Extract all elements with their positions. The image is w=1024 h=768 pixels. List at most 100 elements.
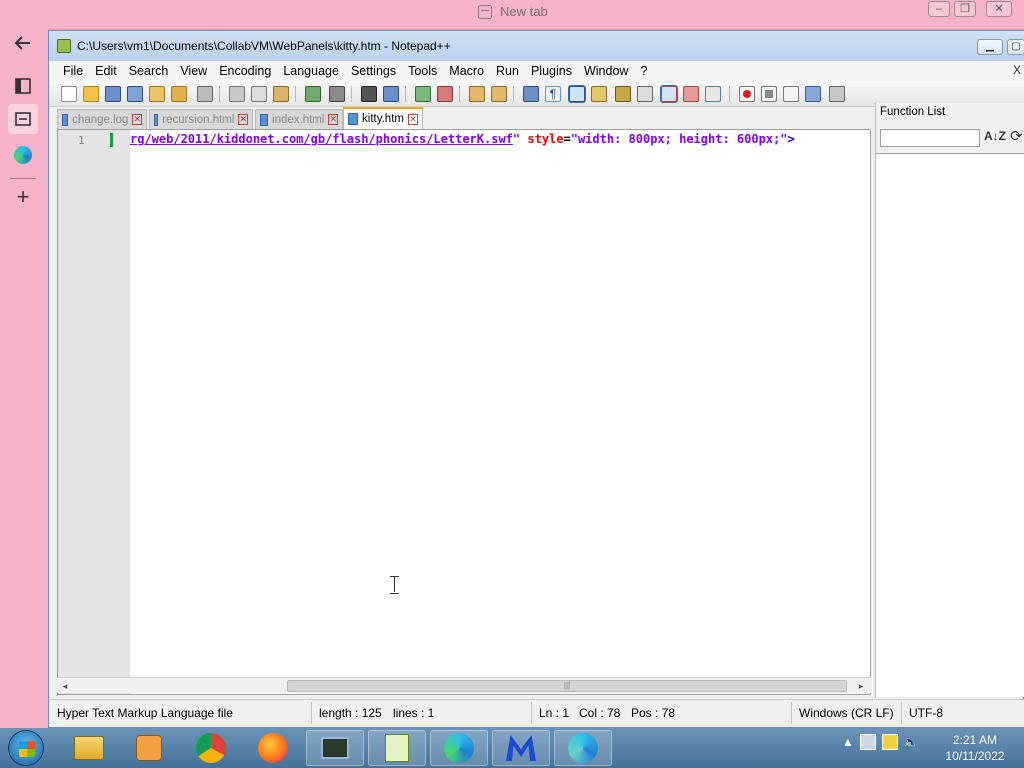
network-icon[interactable] xyxy=(859,734,876,750)
menu-settings[interactable]: Settings xyxy=(345,64,402,78)
status-eol[interactable]: Windows (CR LF) xyxy=(799,706,894,720)
tab-kitty-htm[interactable]: kitty.htm ✕ xyxy=(343,107,423,129)
menu-search[interactable]: Search xyxy=(123,64,175,78)
media-player-icon[interactable] xyxy=(120,730,178,766)
indent-guide-icon[interactable] xyxy=(568,85,586,103)
tab-recursion-html[interactable]: recursion.html ✕ xyxy=(149,109,253,129)
tab-change-log[interactable]: change.log ✕ xyxy=(57,109,147,129)
paste-icon[interactable] xyxy=(273,86,289,102)
menu-run[interactable]: Run xyxy=(490,64,525,78)
clock-date: 10/11/2022 xyxy=(945,749,1005,763)
monitoring-icon[interactable] xyxy=(660,85,678,103)
zoom-in-icon[interactable] xyxy=(415,86,431,102)
npp-minimize-button[interactable]: ▁ xyxy=(977,39,1003,55)
add-icon[interactable]: + xyxy=(8,182,38,212)
redo-icon[interactable] xyxy=(329,86,345,102)
function-list-toggle-icon[interactable] xyxy=(615,86,631,102)
menu-language[interactable]: Language xyxy=(277,64,345,78)
find-icon[interactable] xyxy=(361,86,377,102)
doc-map-icon[interactable] xyxy=(591,86,607,102)
malwarebytes-icon[interactable] xyxy=(492,730,550,766)
back-arrow-icon[interactable] xyxy=(8,28,38,58)
sort-icon[interactable]: A↓Z xyxy=(984,129,1006,143)
tab-index-html[interactable]: index.html ✕ xyxy=(255,109,343,129)
action-center-icon[interactable] xyxy=(881,734,898,750)
close-icon[interactable] xyxy=(149,86,165,102)
play-macro-icon[interactable] xyxy=(783,86,799,102)
folder-workspace-icon[interactable] xyxy=(637,86,653,102)
file-save-icon xyxy=(348,113,359,125)
task-manager-icon[interactable] xyxy=(306,730,364,766)
tab-close-icon[interactable]: ✕ xyxy=(328,114,338,125)
menu-tools[interactable]: Tools xyxy=(402,64,443,78)
menu-edit[interactable]: Edit xyxy=(89,64,123,78)
scroll-right-icon[interactable]: ▸ xyxy=(855,680,867,692)
close-document-icon[interactable]: X xyxy=(1013,63,1021,77)
sync-vertical-icon[interactable] xyxy=(469,86,485,102)
word-wrap-icon[interactable] xyxy=(523,86,539,102)
browser-minimize-button[interactable]: – xyxy=(928,1,950,17)
folder-as-workspace-icon[interactable] xyxy=(683,86,699,102)
volume-icon[interactable]: 🔈 xyxy=(904,735,919,749)
browser-close-button[interactable]: ✕ xyxy=(986,1,1012,17)
start-button[interactable] xyxy=(8,730,44,766)
menu-view[interactable]: View xyxy=(174,64,213,78)
tab-close-icon[interactable]: ✕ xyxy=(407,113,418,125)
status-lines: lines : 1 xyxy=(393,706,435,720)
save-macro-icon[interactable] xyxy=(829,86,845,102)
close-all-icon[interactable] xyxy=(171,86,187,102)
edge-beta-icon[interactable] xyxy=(554,730,612,766)
zoom-out-icon[interactable] xyxy=(437,86,453,102)
status-separator xyxy=(901,702,902,724)
function-search-input[interactable] xyxy=(880,129,980,147)
open-file-icon[interactable] xyxy=(83,86,99,102)
browser-tab[interactable]: New tab xyxy=(478,4,548,19)
record-macro-icon[interactable] xyxy=(739,86,755,102)
function-list-title: Function List xyxy=(880,106,946,118)
tab-label: change.log xyxy=(72,113,129,126)
edge-icon[interactable] xyxy=(8,140,38,170)
new-file-icon[interactable] xyxy=(61,86,77,102)
menu-window[interactable]: Window xyxy=(578,64,634,78)
save-all-icon[interactable] xyxy=(127,86,143,102)
scroll-left-icon[interactable]: ◂ xyxy=(59,680,71,692)
view-in-browser-icon[interactable] xyxy=(705,86,721,102)
save-icon[interactable] xyxy=(105,86,121,102)
status-encoding[interactable]: UTF-8 xyxy=(909,706,943,720)
horizontal-scrollbar[interactable]: ◂ ||| ▸ xyxy=(57,677,871,693)
show-hidden-icons-icon[interactable]: ▲ xyxy=(842,735,854,749)
sync-horizontal-icon[interactable] xyxy=(491,86,507,102)
chrome-icon[interactable] xyxy=(182,730,240,766)
menu-plugins[interactable]: Plugins xyxy=(525,64,578,78)
clock[interactable]: 2:21 AM 10/11/2022 xyxy=(940,732,1010,764)
menu-help[interactable]: ? xyxy=(634,64,653,78)
editor-area[interactable]: 1 rg/web/2011/kiddonet.com/gb/flash/phon… xyxy=(57,129,871,695)
print-icon[interactable] xyxy=(197,86,213,102)
explorer-icon[interactable] xyxy=(60,730,118,766)
function-tree[interactable] xyxy=(876,153,1024,697)
menu-macro[interactable]: Macro xyxy=(443,64,490,78)
undo-icon[interactable] xyxy=(305,86,321,102)
copy-icon[interactable] xyxy=(251,86,267,102)
run-macro-multiple-icon[interactable] xyxy=(805,86,821,102)
browser-restore-button[interactable]: ❐ xyxy=(954,1,976,17)
tab-close-icon[interactable]: ✕ xyxy=(132,114,142,125)
npp-maximize-button[interactable]: ▢ xyxy=(1007,39,1024,55)
notepadpp-icon[interactable] xyxy=(368,730,426,766)
cut-icon[interactable] xyxy=(229,86,245,102)
menu-file[interactable]: File xyxy=(57,64,89,78)
collections-icon[interactable] xyxy=(8,104,38,134)
firefox-icon[interactable] xyxy=(244,730,302,766)
file-save-icon xyxy=(154,113,159,126)
show-all-chars-icon[interactable]: ¶ xyxy=(545,86,561,102)
stop-macro-icon[interactable] xyxy=(761,86,777,102)
edge-icon[interactable] xyxy=(430,730,488,766)
toolbar-separator xyxy=(513,86,514,102)
tabs-icon[interactable] xyxy=(8,71,38,101)
code-line[interactable]: rg/web/2011/kiddonet.com/gb/flash/phonic… xyxy=(130,132,795,146)
tab-close-icon[interactable]: ✕ xyxy=(238,114,248,125)
scrollbar-thumb[interactable]: ||| xyxy=(287,680,847,692)
menu-encoding[interactable]: Encoding xyxy=(213,64,277,78)
replace-icon[interactable] xyxy=(383,86,399,102)
reload-icon[interactable]: ⟳ xyxy=(1010,127,1023,145)
